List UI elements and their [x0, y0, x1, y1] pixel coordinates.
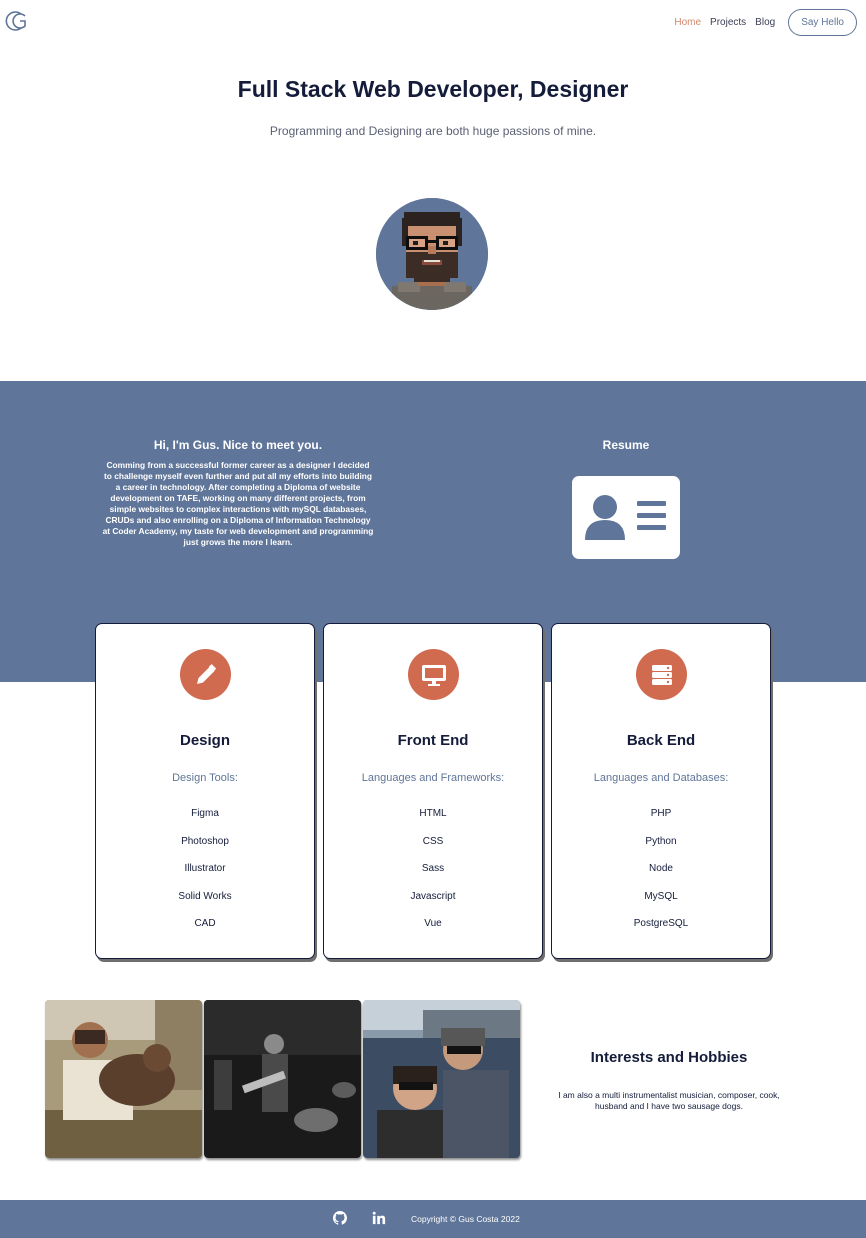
list-item: Photoshop: [181, 835, 229, 847]
nav-link-blog[interactable]: Blog: [755, 17, 775, 28]
copyright-text: Copyright © Gus Costa 2022: [411, 1214, 520, 1224]
card-icon-circle: [636, 649, 687, 700]
card-title: Back End: [626, 732, 696, 749]
nav-link-home[interactable]: Home: [674, 17, 701, 28]
card-title: Design: [179, 732, 230, 749]
footer: Copyright © Gus Costa 2022: [0, 1200, 866, 1238]
about-heading: Hi, I'm Gus. Nice to meet you.: [153, 438, 323, 452]
skill-card-front-end: Front End Languages and Frameworks: HTML…: [323, 623, 543, 959]
card-list: HTML CSS Sass Javascript Vue: [324, 808, 542, 946]
id-card-icon: [585, 495, 666, 540]
monitor-icon: [421, 664, 446, 686]
card-icon-circle: [180, 649, 231, 700]
resume-link[interactable]: [572, 476, 680, 559]
card-list: Figma Photoshop Illustrator Solid Works …: [96, 808, 314, 946]
say-hello-button[interactable]: Say Hello: [788, 9, 857, 36]
nav-link-projects[interactable]: Projects: [710, 17, 746, 28]
photo-band: [204, 1000, 361, 1158]
hero-title: Full Stack Web Developer, Designer: [237, 76, 629, 102]
list-item: PostgreSQL: [633, 918, 689, 929]
resume-title: Resume: [602, 438, 650, 452]
linkedin-icon[interactable]: [372, 1211, 386, 1225]
server-icon: [651, 664, 672, 685]
pixel-avatar: [376, 198, 488, 310]
photo-couple: [363, 1000, 520, 1158]
about-intro: Hi, I'm Gus. Nice to meet you. Comming f…: [102, 438, 374, 548]
list-item: Javascript: [410, 890, 456, 902]
skills-cards: Design Design Tools: Figma Photoshop Ill…: [95, 623, 771, 959]
list-item: MySQL: [644, 890, 678, 902]
pencil-icon: [196, 663, 216, 684]
gc-logo-icon[interactable]: [5, 9, 29, 33]
list-item: Solid Works: [178, 890, 232, 902]
hero-subtitle: Programming and Designing are both huge …: [269, 124, 597, 138]
list-item: Python: [645, 835, 677, 847]
list-item: PHP: [650, 808, 672, 819]
top-nav: Home Projects Blog Say Hello: [0, 0, 866, 46]
photo-dog: [45, 1000, 202, 1158]
card-subtitle: Design Tools:: [172, 772, 238, 784]
list-item: Figma: [191, 808, 219, 819]
list-item: HTML: [419, 808, 447, 819]
list-item: Vue: [424, 918, 442, 929]
avatar: [376, 198, 488, 310]
card-subtitle: Languages and Frameworks:: [361, 772, 505, 784]
skill-card-design: Design Design Tools: Figma Photoshop Ill…: [95, 623, 315, 959]
github-icon[interactable]: [333, 1211, 347, 1225]
list-item: Sass: [421, 863, 445, 874]
hobby-photos: [45, 1000, 520, 1158]
list-item: Illustrator: [184, 863, 226, 874]
list-item: CSS: [422, 835, 444, 847]
list-item: CAD: [194, 918, 216, 929]
hobbies-title: Interests and Hobbies: [590, 1049, 748, 1066]
about-text: Comming from a successful former career …: [102, 460, 374, 547]
card-title: Front End: [397, 732, 469, 749]
card-subtitle: Languages and Databases:: [593, 772, 729, 784]
skill-card-back-end: Back End Languages and Databases: PHP Py…: [551, 623, 771, 959]
list-item: Node: [649, 863, 673, 874]
card-list: PHP Python Node MySQL PostgreSQL: [552, 808, 770, 946]
nav-links: Home Projects Blog Say Hello: [674, 9, 857, 36]
hobbies-text: I am also a multi instrumentalist musici…: [558, 1090, 780, 1111]
card-icon-circle: [408, 649, 459, 700]
